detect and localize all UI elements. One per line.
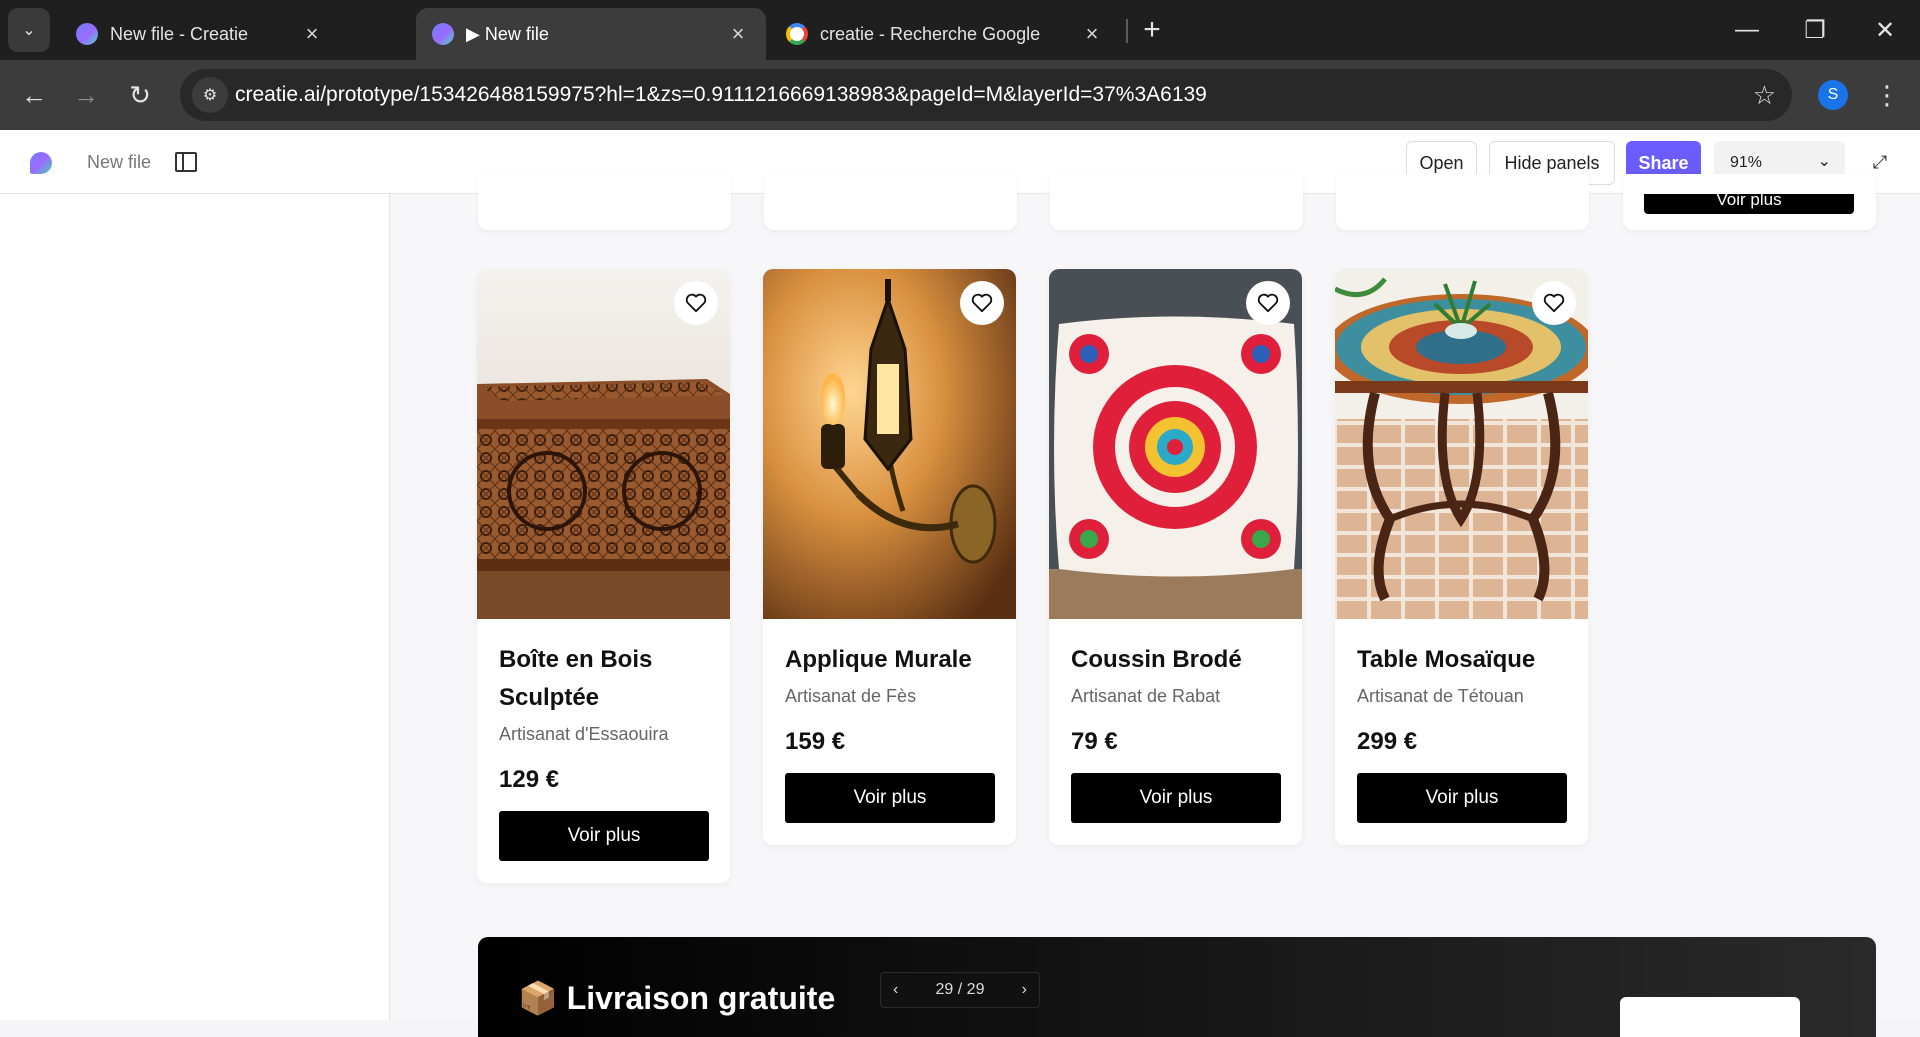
product-card[interactable]: Table Mosaïque Artisanat de Tétouan 299 … [1335, 269, 1588, 845]
left-panel [0, 194, 390, 1020]
product-origin: Artisanat de Rabat [1071, 686, 1221, 706]
partial-view-more-button[interactable]: Voir plus [1644, 194, 1854, 214]
browser-toolbar: ← → ↻ ⚙ creatie.ai/prototype/15342648815… [0, 60, 1920, 130]
tab-new-file-creatie[interactable]: New file - Creatie × [60, 8, 340, 60]
zoom-value: 91% [1730, 154, 1763, 171]
favorite-button[interactable] [960, 281, 1004, 325]
previous-row-card [764, 174, 1017, 230]
product-card[interactable]: Coussin Brodé Artisanat de Rabat 79 € Vo… [1049, 269, 1302, 845]
url-text[interactable]: creatie.ai/prototype/153426488159975?hl=… [235, 83, 1207, 107]
chevron-down-icon: ⌄ [22, 22, 36, 39]
sidebar-toggle-icon[interactable] [175, 152, 197, 172]
tune-icon: ⚙ [202, 87, 218, 104]
view-more-button[interactable]: Voir plus [499, 811, 709, 861]
heart-icon [685, 293, 707, 313]
embroidered-cushion-image [1049, 269, 1302, 619]
view-more-button[interactable]: Voir plus [1071, 773, 1281, 823]
reload-icon: ↻ [129, 79, 151, 110]
arrow-right-icon: → [73, 79, 99, 110]
expand-icon[interactable]: ⤢ [1868, 150, 1892, 174]
creatie-logo[interactable] [30, 152, 52, 174]
plus-icon: + [1143, 13, 1161, 46]
view-more-button[interactable]: Voir plus [1357, 773, 1567, 823]
product-origin: Artisanat de Fès [785, 686, 917, 706]
close-window-button[interactable]: ✕ [1860, 10, 1910, 50]
google-favicon-icon [786, 23, 808, 45]
package-icon: 📦 [518, 980, 558, 1016]
product-name: Table Mosaïque [1357, 646, 1536, 673]
promo-cta-button[interactable] [1620, 997, 1800, 1037]
previous-row-card [478, 174, 731, 230]
favorite-button[interactable] [674, 281, 718, 325]
site-info-button[interactable]: ⚙ [192, 77, 228, 113]
free-shipping-banner: 📦 Livraison gratuite [478, 937, 1876, 1037]
heart-icon [971, 293, 993, 313]
new-tab-button[interactable]: + [1138, 12, 1166, 48]
product-name: Applique Murale [785, 646, 972, 673]
minimize-button[interactable]: — [1722, 10, 1772, 50]
promo-title: 📦 Livraison gratuite [518, 979, 835, 1017]
tab-title: creatie - Recherche Google [820, 23, 1041, 44]
tab-title: New file - Creatie [110, 23, 249, 44]
tab-new-file-prototype[interactable]: ▶ New file × [416, 8, 766, 60]
close-icon[interactable]: × [1080, 21, 1104, 47]
brass-wall-lamp-image [763, 269, 1016, 619]
browser-tab-strip: ⌄ New file - Creatie × ▶ New file × crea… [0, 0, 1920, 60]
product-price: 129 € [499, 766, 560, 793]
arrow-left-icon: ← [21, 79, 47, 110]
back-button[interactable]: ← [14, 75, 54, 115]
reload-button[interactable]: ↻ [120, 75, 160, 115]
bookmark-star-icon[interactable]: ☆ [1753, 79, 1776, 111]
product-price: 159 € [785, 728, 846, 755]
product-origin: Artisanat d'Essaouira [499, 724, 669, 744]
tab-separator [1126, 19, 1128, 43]
heart-icon [1543, 293, 1565, 313]
mosaic-table-image [1335, 269, 1588, 619]
carved-wooden-box-image [477, 269, 730, 619]
product-card[interactable]: Boîte en Bois Sculptée Artisanat d'Essao… [477, 269, 730, 883]
forward-button[interactable]: → [66, 75, 106, 115]
product-price: 299 € [1357, 728, 1418, 755]
restore-button[interactable]: ❐ [1790, 10, 1840, 50]
tab-title: ▶ New file [466, 23, 549, 44]
promo-title-text: Livraison gratuite [566, 980, 836, 1016]
chevron-right-icon[interactable]: › [1022, 981, 1027, 999]
creatie-favicon-icon [432, 23, 454, 45]
restore-icon: ❐ [1804, 16, 1826, 44]
product-name: Coussin Brodé [1071, 646, 1242, 673]
tab-google-search[interactable]: creatie - Recherche Google × [770, 8, 1120, 60]
product-card[interactable]: Applique Murale Artisanat de Fès 159 € V… [763, 269, 1016, 845]
address-bar[interactable]: ⚙ creatie.ai/prototype/153426488159975?h… [180, 69, 1792, 121]
close-icon: ✕ [1874, 16, 1896, 44]
close-icon[interactable]: × [300, 21, 324, 47]
previous-row-card [1336, 174, 1589, 230]
favorite-button[interactable] [1532, 281, 1576, 325]
view-more-button[interactable]: Voir plus [785, 773, 995, 823]
page-counter: 29 / 29 [935, 981, 985, 998]
tab-search-button[interactable]: ⌄ [8, 8, 50, 52]
kebab-icon: ⋮ [1874, 79, 1900, 110]
chevron-left-icon[interactable]: ‹ [893, 981, 898, 999]
profile-avatar[interactable]: S [1818, 80, 1848, 110]
chevron-down-icon: ⌄ [1817, 153, 1831, 170]
favorite-button[interactable] [1246, 281, 1290, 325]
product-price: 79 € [1071, 728, 1118, 755]
previous-row-card [1050, 174, 1303, 230]
minimize-icon: — [1735, 16, 1759, 43]
heart-icon [1257, 293, 1279, 313]
creatie-favicon-icon [76, 23, 98, 45]
product-origin: Artisanat de Tétouan [1357, 686, 1524, 706]
product-name: Boîte en Bois Sculptée [499, 646, 653, 711]
browser-menu-button[interactable]: ⋮ [1872, 75, 1902, 115]
file-name[interactable]: New file [87, 152, 151, 173]
prototype-pager: ‹ 29 / 29 › [880, 972, 1040, 1008]
close-icon[interactable]: × [726, 21, 750, 47]
